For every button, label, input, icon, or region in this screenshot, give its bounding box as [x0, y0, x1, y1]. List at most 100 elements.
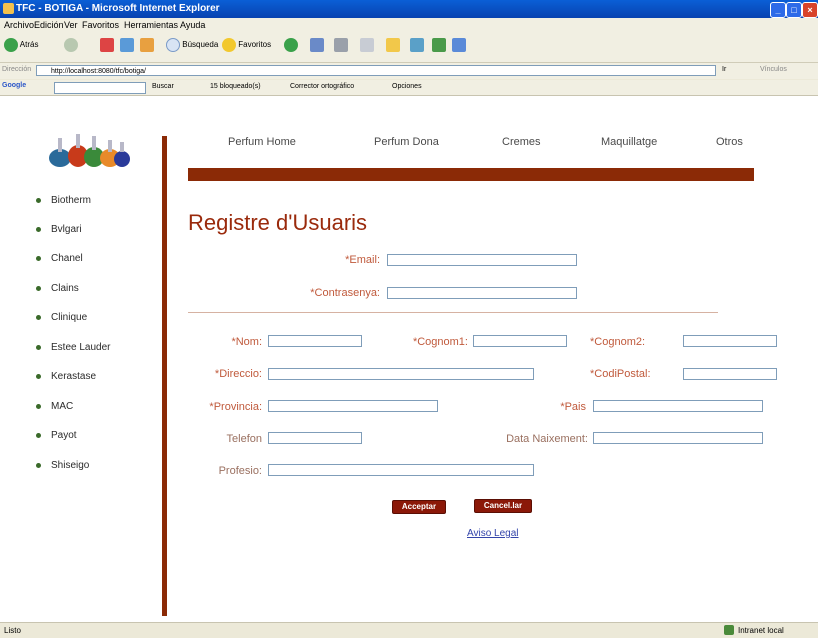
stop-icon	[100, 38, 114, 52]
cognom1-field[interactable]	[473, 335, 567, 347]
sidebar-item-shiseigo[interactable]: Shiseigo	[36, 460, 89, 471]
menu-archivo[interactable]: Archivo	[4, 20, 34, 30]
bullet-icon	[36, 462, 41, 468]
menu-ayuda[interactable]: Ayuda	[180, 20, 205, 30]
mail-button[interactable]	[310, 38, 324, 52]
nav-cremes[interactable]: Cremes	[502, 136, 541, 148]
sidebar-item-clains[interactable]: Clains	[36, 283, 79, 294]
minimize-button[interactable]: _	[770, 2, 786, 18]
forward-button[interactable]	[64, 38, 78, 52]
google-logo[interactable]: Google	[2, 82, 26, 89]
telefon-field[interactable]	[268, 432, 362, 444]
sidebar-item-bvlgari[interactable]: Bvlgari	[36, 224, 82, 235]
search-button[interactable]: Búsqueda	[166, 38, 218, 52]
provincia-field[interactable]	[268, 400, 438, 412]
messenger-button[interactable]	[432, 38, 446, 52]
browser-toolbar: Atrás Búsqueda Favoritos	[0, 32, 818, 63]
address-label: Dirección	[2, 66, 32, 73]
stop-button[interactable]	[100, 38, 114, 52]
data-naixement-label: Data Naixement:	[506, 433, 588, 445]
bullet-icon	[36, 197, 41, 203]
intranet-icon	[724, 625, 734, 635]
sidebar-item-biotherm[interactable]: Biotherm	[36, 195, 91, 206]
home-icon	[140, 38, 154, 52]
cancel-button[interactable]: Cancel.lar	[474, 499, 532, 513]
forward-arrow-icon	[64, 38, 78, 52]
research-icon	[410, 38, 424, 52]
sidebar-item-mac[interactable]: MAC	[36, 401, 73, 412]
pais-field[interactable]	[593, 400, 763, 412]
google-search-input[interactable]	[54, 82, 146, 94]
nom-label: *Nom:	[231, 336, 262, 348]
provincia-label: *Provincia:	[209, 401, 262, 413]
edit-icon	[360, 38, 374, 52]
address-input[interactable]: http://localhost:8080/tfc/botiga/	[36, 65, 716, 76]
nav-perfum-dona[interactable]: Perfum Dona	[374, 136, 439, 148]
research-button[interactable]	[410, 38, 424, 52]
google-search-button[interactable]: Buscar	[152, 83, 174, 90]
password-field[interactable]	[387, 287, 577, 299]
nom-field[interactable]	[268, 335, 362, 347]
nav-maquillatge[interactable]: Maquillatge	[601, 136, 657, 148]
bullet-icon	[36, 344, 41, 350]
page-content: Perfum Home Perfum Dona Cremes Maquillat…	[0, 96, 818, 622]
cognom1-label: *Cognom1:	[412, 336, 468, 348]
options-button[interactable]: Opciones	[392, 83, 422, 90]
nav-perfum-home[interactable]: Perfum Home	[228, 136, 296, 148]
popup-blocker[interactable]: 15 bloqueado(s)	[210, 83, 261, 90]
bullet-icon	[36, 255, 41, 261]
favorites-button[interactable]: Favoritos	[222, 38, 271, 52]
folder-button[interactable]	[386, 38, 400, 52]
email-field[interactable]	[387, 254, 577, 266]
media-icon	[452, 38, 466, 52]
sidebar-item-chanel[interactable]: Chanel	[36, 253, 83, 264]
menu-herramientas[interactable]: Herramientas	[124, 20, 178, 30]
bullet-icon	[36, 226, 41, 232]
refresh-button[interactable]	[120, 38, 134, 52]
sidebar-item-clinique[interactable]: Clinique	[36, 312, 87, 323]
home-button[interactable]	[140, 38, 154, 52]
menu-ver[interactable]: Ver	[64, 20, 78, 30]
maximize-button[interactable]: □	[786, 2, 802, 18]
back-arrow-icon	[4, 38, 18, 52]
email-label: *Email:	[345, 254, 380, 266]
menu-edicion[interactable]: Edición	[34, 20, 64, 30]
edit-button[interactable]	[360, 38, 374, 52]
sidebar-item-payot[interactable]: Payot	[36, 430, 77, 441]
media-button[interactable]	[452, 38, 466, 52]
pais-label: *Pais	[560, 401, 586, 413]
go-button[interactable]: Ir	[722, 66, 726, 73]
cognom2-label: *Cognom2:	[590, 336, 646, 348]
nav-otros[interactable]: Otros	[716, 136, 743, 148]
print-button[interactable]	[334, 38, 348, 52]
bullet-icon	[36, 285, 41, 291]
status-text: Listo	[4, 626, 21, 635]
spell-check-button[interactable]: Corrector ortográfico	[290, 83, 354, 90]
links-label[interactable]: Vínculos	[760, 66, 787, 73]
site-logo[interactable]	[46, 126, 132, 170]
profesio-field[interactable]	[268, 464, 534, 476]
data-naixement-field[interactable]	[593, 432, 763, 444]
accept-button[interactable]: Acceptar	[392, 500, 446, 514]
history-button[interactable]	[284, 38, 298, 52]
ie-icon	[3, 3, 14, 14]
direccio-label: *Direccio:	[214, 368, 262, 380]
header-divider	[188, 168, 754, 181]
perfume-bottles-icon	[49, 134, 130, 167]
menu-favoritos[interactable]: Favoritos	[82, 20, 119, 30]
sidebar-item-kerastase[interactable]: Kerastase	[36, 371, 96, 382]
sidebar-item-estee-lauder[interactable]: Estee Lauder	[36, 342, 111, 353]
legal-link[interactable]: Aviso Legal	[467, 528, 519, 539]
window-titlebar: TFC - BOTIGA - Microsoft Internet Explor…	[0, 0, 818, 18]
close-button[interactable]: ×	[802, 2, 818, 18]
bullet-icon	[36, 403, 41, 409]
status-bar: Listo Intranet local	[0, 622, 818, 638]
direccio-field[interactable]	[268, 368, 534, 380]
zone-label: Intranet local	[738, 626, 784, 635]
folder-icon	[386, 38, 400, 52]
cognom2-field[interactable]	[683, 335, 777, 347]
messenger-icon	[432, 38, 446, 52]
back-button[interactable]: Atrás	[4, 38, 38, 52]
search-icon	[166, 38, 180, 52]
codi-postal-field[interactable]	[683, 368, 777, 380]
